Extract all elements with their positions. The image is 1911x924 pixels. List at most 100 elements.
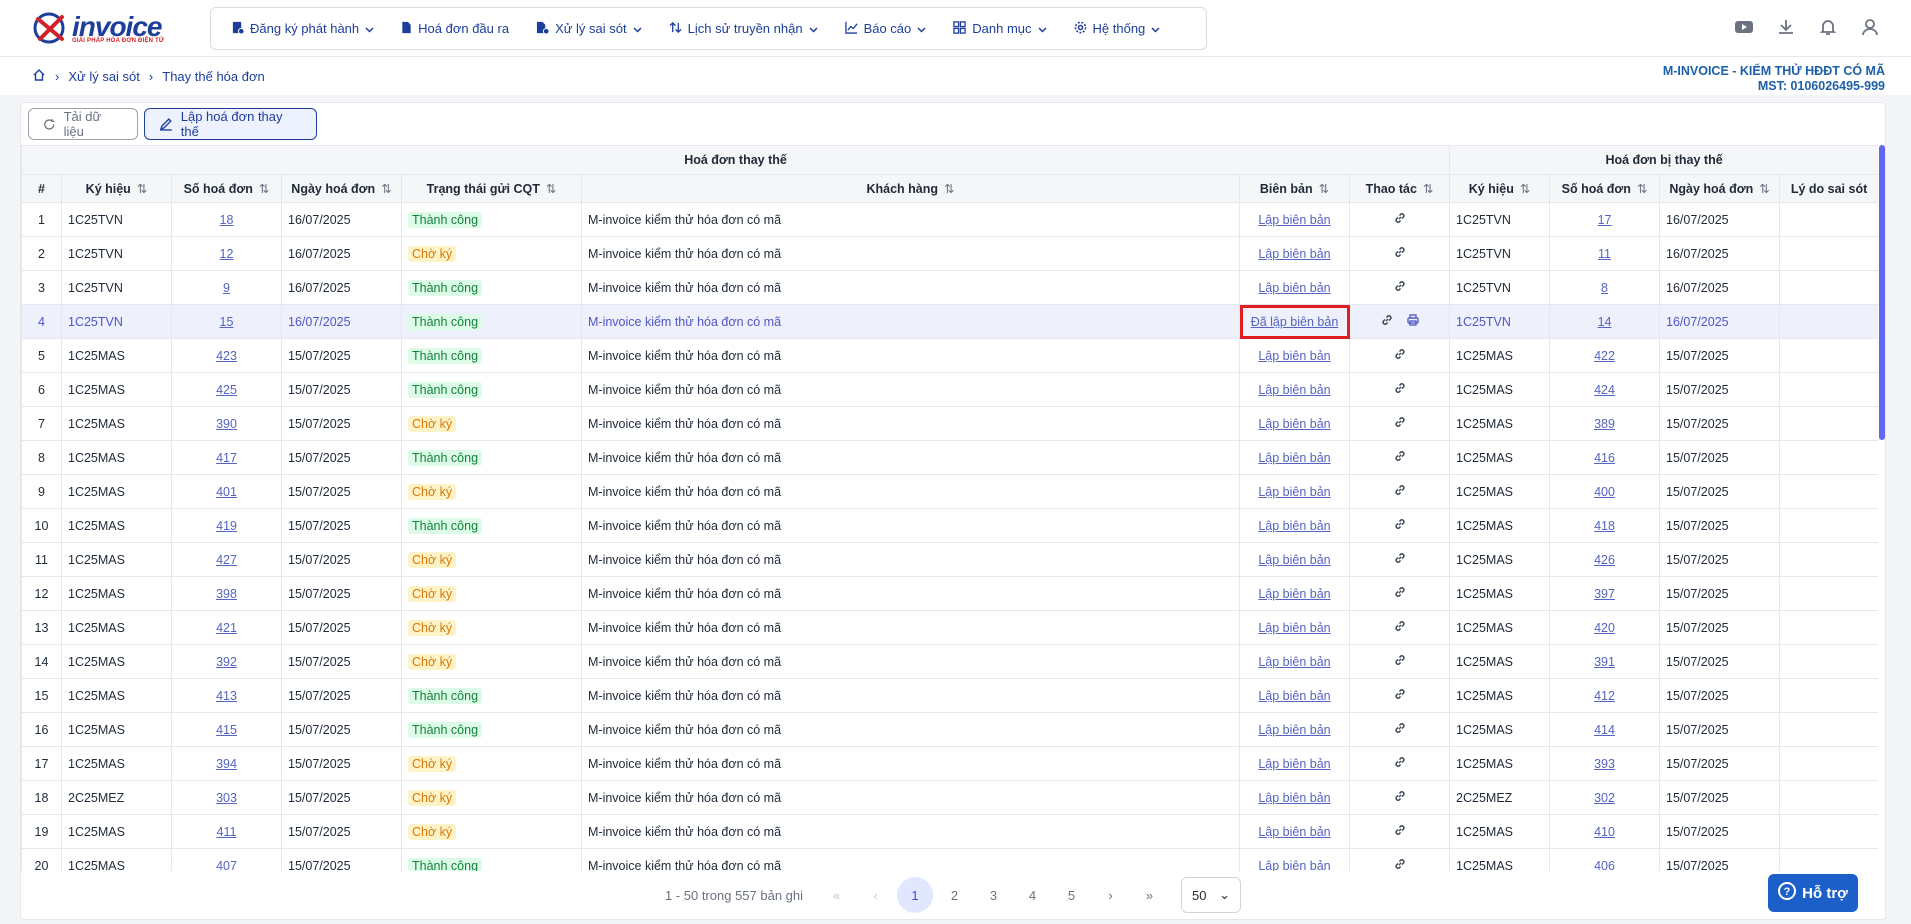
page-button[interactable]: 5 bbox=[1052, 877, 1091, 913]
create-replacement-button[interactable]: Lập hoá đơn thay thế bbox=[144, 108, 317, 140]
replaced-invoice-number-link[interactable]: 418 bbox=[1594, 519, 1615, 533]
column-header[interactable]: Số hoá đơn ⇅ bbox=[1549, 174, 1661, 203]
table-row[interactable]: 13 1C25MAS 421 15/07/2025 Chờ ký M-invoice ki… bbox=[21, 610, 1878, 645]
table-row[interactable]: 18 2C25MEZ 303 15/07/2025 Chờ ký M-invoice ki… bbox=[21, 780, 1878, 815]
replaced-invoice-number-link[interactable]: 410 bbox=[1594, 825, 1615, 839]
link-icon[interactable] bbox=[1394, 518, 1406, 533]
link-icon[interactable] bbox=[1394, 688, 1406, 703]
sort-icon[interactable]: ⇅ bbox=[381, 181, 391, 196]
replaced-invoice-number-link[interactable]: 391 bbox=[1594, 655, 1615, 669]
table-row[interactable]: 12 1C25MAS 398 15/07/2025 Chờ ký M-invoice ki… bbox=[21, 576, 1878, 611]
table-row[interactable]: 10 1C25MAS 419 15/07/2025 Thành công M-invoic… bbox=[21, 508, 1878, 543]
table-row[interactable]: 2 1C25TVN 12 16/07/2025 Chờ ký M-invoice kiểm… bbox=[21, 236, 1878, 271]
invoice-number-link[interactable]: 15 bbox=[220, 315, 234, 329]
prev-page-button[interactable]: ‹ bbox=[856, 877, 895, 913]
menu-item-4[interactable]: Lịch sử truyền nhận bbox=[669, 21, 818, 37]
print-icon[interactable] bbox=[1406, 314, 1419, 329]
replaced-invoice-number-link[interactable]: 389 bbox=[1594, 417, 1615, 431]
replaced-invoice-number-link[interactable]: 8 bbox=[1601, 281, 1608, 295]
minutes-link[interactable]: Đã lập biên bản bbox=[1251, 315, 1339, 329]
download-icon[interactable] bbox=[1775, 16, 1797, 38]
minutes-link[interactable]: Lập biên bản bbox=[1258, 723, 1330, 737]
minutes-link[interactable]: Lập biên bản bbox=[1258, 451, 1330, 465]
invoice-number-link[interactable]: 394 bbox=[216, 757, 237, 771]
support-button[interactable]: ? Hỗ trợ bbox=[1768, 874, 1858, 912]
column-header[interactable]: Lý do sai sót bbox=[1779, 174, 1878, 203]
sort-icon[interactable]: ⇅ bbox=[137, 181, 147, 196]
column-header[interactable]: Ngày hoá đơn ⇅ bbox=[1659, 174, 1781, 203]
invoice-number-link[interactable]: 419 bbox=[216, 519, 237, 533]
link-icon[interactable] bbox=[1394, 620, 1406, 635]
invoice-number-link[interactable]: 392 bbox=[216, 655, 237, 669]
table-row[interactable]: 14 1C25MAS 392 15/07/2025 Chờ ký M-invoice ki… bbox=[21, 644, 1878, 679]
link-icon[interactable] bbox=[1394, 756, 1406, 771]
link-icon[interactable] bbox=[1394, 790, 1406, 805]
invoice-number-link[interactable]: 415 bbox=[216, 723, 237, 737]
home-icon[interactable] bbox=[32, 68, 46, 85]
sort-icon[interactable]: ⇅ bbox=[1423, 181, 1433, 196]
column-header[interactable]: Số hoá đơn ⇅ bbox=[171, 174, 282, 203]
replaced-invoice-number-link[interactable]: 424 bbox=[1594, 383, 1615, 397]
replaced-invoice-number-link[interactable]: 426 bbox=[1594, 553, 1615, 567]
sort-icon[interactable]: ⇅ bbox=[546, 181, 556, 196]
invoice-number-link[interactable]: 407 bbox=[216, 859, 237, 872]
link-icon[interactable] bbox=[1394, 824, 1406, 839]
minutes-link[interactable]: Lập biên bản bbox=[1258, 417, 1330, 431]
sort-icon[interactable]: ⇅ bbox=[1759, 181, 1769, 196]
column-header[interactable]: Ngày hoá đơn ⇅ bbox=[281, 174, 402, 203]
page-button[interactable]: 1 bbox=[897, 877, 934, 913]
table-row[interactable]: 19 1C25MAS 411 15/07/2025 Chờ ký M-invoice ki… bbox=[21, 814, 1878, 849]
invoice-number-link[interactable]: 427 bbox=[216, 553, 237, 567]
table-row[interactable]: 8 1C25MAS 417 15/07/2025 Thành công M-invoice… bbox=[21, 440, 1878, 475]
logo[interactable]: invoice GIẢI PHÁP HÓA ĐƠN ĐIỆN TỬ bbox=[32, 9, 172, 47]
link-icon[interactable] bbox=[1394, 586, 1406, 601]
link-icon[interactable] bbox=[1394, 450, 1406, 465]
minutes-link[interactable]: Lập biên bản bbox=[1258, 519, 1330, 533]
table-row[interactable]: 11 1C25MAS 427 15/07/2025 Chờ ký M-invoice ki… bbox=[21, 542, 1878, 577]
sort-icon[interactable]: ⇅ bbox=[1637, 181, 1647, 196]
table-row[interactable]: 4 1C25TVN 15 16/07/2025 Thành công M-invoice … bbox=[21, 304, 1878, 339]
link-icon[interactable] bbox=[1394, 722, 1406, 737]
link-icon[interactable] bbox=[1394, 246, 1406, 261]
table-row[interactable]: 3 1C25TVN 9 16/07/2025 Thành công M-invoice k… bbox=[21, 270, 1878, 305]
replaced-invoice-number-link[interactable]: 406 bbox=[1594, 859, 1615, 872]
replaced-invoice-number-link[interactable]: 302 bbox=[1594, 791, 1615, 805]
sort-icon[interactable]: ⇅ bbox=[944, 181, 954, 196]
minutes-link[interactable]: Lập biên bản bbox=[1258, 349, 1330, 363]
replaced-invoice-number-link[interactable]: 17 bbox=[1598, 213, 1612, 227]
minutes-link[interactable]: Lập biên bản bbox=[1258, 213, 1330, 227]
table-row[interactable]: 9 1C25MAS 401 15/07/2025 Chờ ký M-invoice kiể… bbox=[21, 474, 1878, 509]
table-scrollbar[interactable] bbox=[1879, 145, 1885, 440]
minutes-link[interactable]: Lập biên bản bbox=[1258, 247, 1330, 261]
table-row[interactable]: 15 1C25MAS 413 15/07/2025 Thành công M-invoic… bbox=[21, 678, 1878, 713]
minutes-link[interactable]: Lập biên bản bbox=[1258, 859, 1330, 872]
replaced-invoice-number-link[interactable]: 397 bbox=[1594, 587, 1615, 601]
invoice-number-link[interactable]: 398 bbox=[216, 587, 237, 601]
replaced-invoice-number-link[interactable]: 11 bbox=[1598, 247, 1611, 261]
link-icon[interactable] bbox=[1394, 654, 1406, 669]
invoice-number-link[interactable]: 303 bbox=[216, 791, 237, 805]
menu-item-2[interactable]: Hoá đơn đầu ra bbox=[401, 21, 509, 37]
minutes-link[interactable]: Lập biên bản bbox=[1258, 757, 1330, 771]
column-header[interactable]: Ký hiệu ⇅ bbox=[1449, 174, 1551, 203]
invoice-number-link[interactable]: 12 bbox=[220, 247, 234, 261]
next-page-button[interactable]: › bbox=[1091, 877, 1130, 913]
sort-icon[interactable]: ⇅ bbox=[259, 181, 269, 196]
table-row[interactable]: 5 1C25MAS 423 15/07/2025 Thành công M-invoice… bbox=[21, 338, 1878, 373]
invoice-number-link[interactable]: 9 bbox=[223, 281, 230, 295]
minutes-link[interactable]: Lập biên bản bbox=[1258, 655, 1330, 669]
last-page-button[interactable]: » bbox=[1130, 877, 1169, 913]
menu-item-6[interactable]: Danh mục bbox=[953, 20, 1047, 37]
menu-item-1[interactable]: Đăng ký phát hành bbox=[231, 21, 374, 37]
page-button[interactable]: 2 bbox=[935, 877, 974, 913]
minutes-link[interactable]: Lập biên bản bbox=[1258, 825, 1330, 839]
invoice-number-link[interactable]: 401 bbox=[216, 485, 237, 499]
replaced-invoice-number-link[interactable]: 14 bbox=[1598, 315, 1612, 329]
minutes-link[interactable]: Lập biên bản bbox=[1258, 553, 1330, 567]
menu-item-5[interactable]: Báo cáo bbox=[844, 21, 927, 37]
bell-icon[interactable] bbox=[1817, 16, 1839, 38]
replaced-invoice-number-link[interactable]: 412 bbox=[1594, 689, 1615, 703]
column-header[interactable]: Thao tác ⇅ bbox=[1348, 174, 1451, 203]
minutes-link[interactable]: Lập biên bản bbox=[1258, 621, 1330, 635]
replaced-invoice-number-link[interactable]: 422 bbox=[1594, 349, 1615, 363]
